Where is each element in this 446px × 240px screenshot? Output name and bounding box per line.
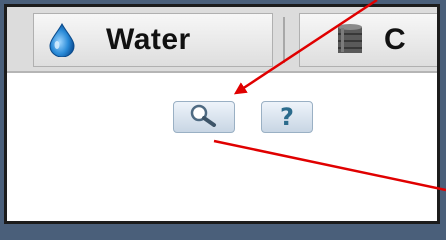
app-window: Water C ? <box>4 4 440 224</box>
tab-c[interactable]: C <box>299 13 437 67</box>
database-icon <box>336 23 364 57</box>
help-button[interactable]: ? <box>261 101 313 133</box>
tab-water-label: Water <box>106 23 191 56</box>
water-drop-icon <box>48 22 76 58</box>
help-icon: ? <box>280 103 294 131</box>
tab-water[interactable]: Water <box>33 13 273 67</box>
tab-divider <box>283 17 285 63</box>
search-button[interactable] <box>173 101 235 133</box>
magnifier-icon <box>184 103 224 132</box>
tab-c-label: C <box>384 23 407 56</box>
tab-bar: Water C <box>7 7 437 73</box>
